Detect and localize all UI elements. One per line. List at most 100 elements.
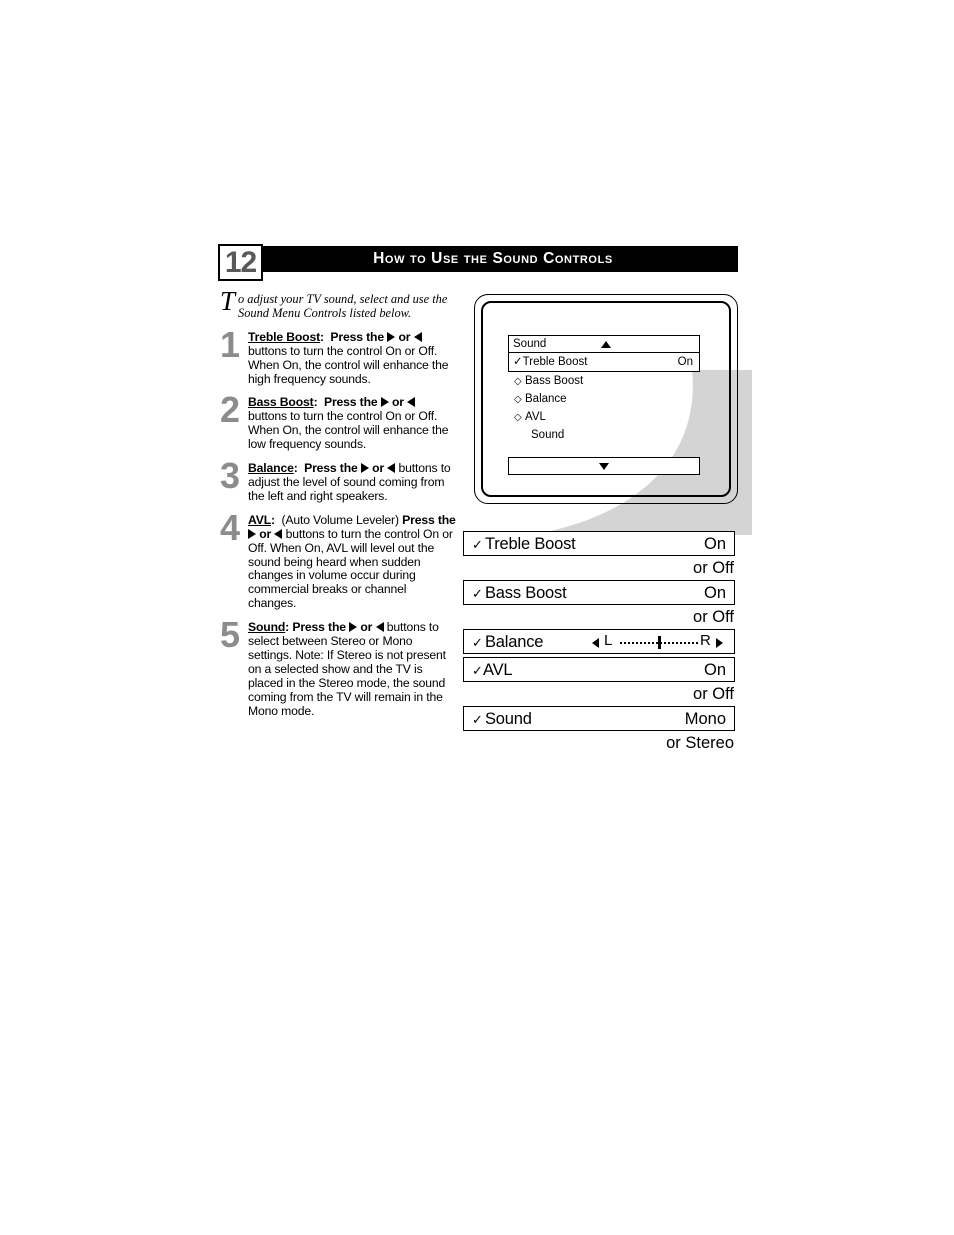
tv-onscreen-menu: Sound ✓Treble Boost On ◇ Bass Boost ◇ Bala… <box>508 335 700 444</box>
step-press-the: Press the <box>330 329 384 344</box>
right-arrow-icon <box>360 463 369 474</box>
step-number: 4 <box>220 506 241 548</box>
osd-bar-label: Bass Boost <box>485 584 567 602</box>
diamond-icon: ◇ <box>514 376 522 387</box>
menu-header-label: Sound <box>513 338 547 350</box>
step-body: buttons to turn the control On or Off. W… <box>248 526 453 611</box>
step-number: 3 <box>220 455 241 497</box>
osd-bar-alt-value: or Off <box>693 685 734 703</box>
triangle-up-icon[interactable] <box>601 341 611 348</box>
manual-page: How to Use the Sound Controls 12 To adju… <box>0 0 954 1235</box>
step-or: or <box>398 329 411 344</box>
step-paren: (Auto Volume Leveler) <box>281 512 399 527</box>
check-icon: ✓ <box>472 537 483 552</box>
left-arrow-icon <box>387 463 396 474</box>
balance-left-marker: L <box>604 632 613 649</box>
diamond-icon: ◇ <box>514 394 522 405</box>
osd-bar-label: Balance <box>485 633 544 651</box>
triangle-right-icon[interactable] <box>716 638 723 648</box>
step-or: or <box>360 620 373 635</box>
menu-item-sound[interactable]: Sound <box>508 426 700 444</box>
check-icon: ✓ <box>513 356 523 368</box>
step-body: buttons to turn the control On or Off. W… <box>248 409 449 452</box>
step-or: or <box>372 461 385 476</box>
left-arrow-icon <box>274 528 283 539</box>
osd-bar-label: Treble Boost <box>485 535 576 553</box>
step-colon: : <box>320 329 324 344</box>
menu-selected-row[interactable]: ✓Treble Boost On <box>508 353 700 372</box>
step-press-the: Press the <box>304 461 358 476</box>
osd-bar-group-treble-boost: ✓ Treble Boost On or Off <box>463 531 735 580</box>
page-header-band: How to Use the Sound Controls <box>220 246 738 272</box>
triangle-left-icon[interactable] <box>592 638 599 648</box>
right-arrow-icon <box>387 331 396 342</box>
menu-item-label: Treble Boost <box>522 356 588 368</box>
osd-bar-alt-value: or Stereo <box>666 734 734 752</box>
step-colon: : <box>271 512 275 527</box>
balance-slider[interactable]: L R <box>592 630 726 652</box>
step-number: 5 <box>220 614 241 656</box>
osd-bar-group-balance: ✓ Balance L R <box>463 629 735 657</box>
osd-bar-balance[interactable]: ✓ Balance L R <box>463 629 735 654</box>
osd-bar-value: On <box>703 535 726 553</box>
step-body: buttons to turn the control On or Off. W… <box>248 343 449 386</box>
step-text: Balance: Press the or buttons to adjust … <box>248 461 456 504</box>
intro-text: o adjust your TV sound, select and use t… <box>238 292 448 321</box>
intro-paragraph: To adjust your TV sound, select and use … <box>220 288 456 321</box>
osd-bar-list: ✓ Treble Boost On or Off ✓ Bass Boost On… <box>463 531 735 755</box>
osd-bar-label: Sound <box>485 710 532 728</box>
osd-bar-treble-boost[interactable]: ✓ Treble Boost On <box>463 531 735 556</box>
balance-knob[interactable] <box>658 636 661 649</box>
menu-selected-label: ✓Treble Boost <box>513 354 587 370</box>
menu-selected-value: On <box>677 356 693 368</box>
step-colon: : <box>285 620 290 635</box>
menu-item-label: Balance <box>525 393 567 405</box>
step-colon: : <box>313 395 318 410</box>
osd-bar-group-bass-boost: ✓ Bass Boost On or Off <box>463 580 735 629</box>
osd-bar-bass-boost[interactable]: ✓ Bass Boost On <box>463 580 735 605</box>
step-or: or <box>392 395 404 410</box>
triangle-down-icon[interactable] <box>599 463 609 470</box>
step-press-the: Press the <box>292 620 346 635</box>
left-arrow-icon <box>375 622 384 633</box>
step-term: Balance <box>248 461 294 476</box>
menu-item-avl[interactable]: ◇ AVL <box>508 408 700 426</box>
balance-right-marker: R <box>700 632 711 649</box>
step-text: AVL: (Auto Volume Leveler) Press the or … <box>248 512 456 611</box>
left-arrow-icon <box>413 331 422 342</box>
menu-item-label: AVL <box>525 411 546 423</box>
osd-bar-value: On <box>703 661 726 679</box>
right-arrow-icon <box>380 397 389 408</box>
step-term: Bass Boost <box>248 395 314 410</box>
page-number: 12 <box>224 246 257 279</box>
page-title: How to Use the Sound Controls <box>373 250 613 267</box>
menu-bottom-bar[interactable] <box>508 457 700 475</box>
osd-bar-sound[interactable]: ✓ Sound Mono <box>463 706 735 731</box>
step-or: or <box>259 526 272 541</box>
osd-bar-value: Mono <box>684 710 726 728</box>
step-text: Treble Boost: Press the or buttons to tu… <box>248 329 456 387</box>
osd-bar-label: AVL <box>483 661 513 679</box>
step-press-the: Press the <box>323 395 378 410</box>
menu-item-balance[interactable]: ◇ Balance <box>508 390 700 408</box>
menu-item-bass-boost[interactable]: ◇ Bass Boost <box>508 372 700 390</box>
check-icon: ✓ <box>472 712 483 727</box>
osd-bar-group-sound: ✓ Sound Mono or Stereo <box>463 706 735 755</box>
osd-bar-group-avl: ✓ AVL On or Off <box>463 657 735 706</box>
osd-bar-value: On <box>703 584 726 602</box>
page-number-badge: 12 <box>218 244 263 281</box>
step-item: 2 Bass Boost: Press the or buttons to tu… <box>220 390 456 452</box>
menu-item-label: Sound <box>531 429 565 441</box>
step-press-the: Press the <box>402 512 456 527</box>
diamond-icon: ◇ <box>514 412 522 423</box>
step-number: 2 <box>220 389 241 431</box>
right-arrow-icon <box>248 528 256 539</box>
step-item: 3 Balance: Press the or buttons to adjus… <box>220 456 456 504</box>
osd-bar-avl[interactable]: ✓ AVL On <box>463 657 735 682</box>
tv-illustration: Sound ✓Treble Boost On ◇ Bass Boost ◇ Bala… <box>474 294 738 504</box>
menu-header-row: Sound <box>508 335 700 353</box>
step-number: 1 <box>220 323 241 365</box>
check-icon: ✓ <box>472 663 483 678</box>
osd-bar-alt-value: or Off <box>693 608 734 626</box>
check-icon: ✓ <box>472 586 483 601</box>
